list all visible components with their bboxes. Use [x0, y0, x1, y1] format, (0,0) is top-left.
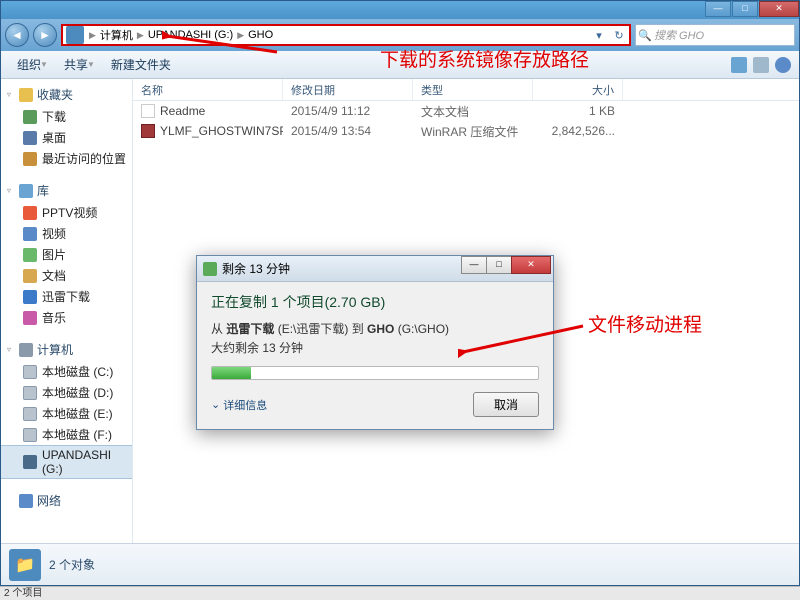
music-icon [23, 311, 37, 325]
cancel-button[interactable]: 取消 [473, 392, 539, 417]
back-button[interactable]: ◄ [5, 23, 29, 47]
nav-bar: ◄ ► ▶ 计算机 ▶ UPANDASHI (G:) ▶ GHO ▾ ↻ 🔍 搜… [1, 19, 799, 51]
share-menu[interactable]: 共享▼ [56, 53, 103, 76]
sidebar-item-downloads[interactable]: 下载 [1, 106, 132, 127]
dialog-remaining: 大约剩余 13 分钟 [211, 339, 539, 356]
document-icon [23, 269, 37, 283]
organize-menu[interactable]: 组织▼ [9, 53, 56, 76]
sidebar-item-drive-f[interactable]: 本地磁盘 (F:) [1, 424, 132, 445]
folder-icon [66, 26, 84, 44]
sidebar-item-drive-e[interactable]: 本地磁盘 (E:) [1, 403, 132, 424]
dialog-title: 剩余 13 分钟 [222, 260, 290, 277]
status-text: 2 个对象 [49, 556, 95, 573]
sidebar-item-drive-g[interactable]: UPANDASHI (G:) [1, 445, 132, 479]
window-titlebar: — □ ✕ [1, 1, 799, 19]
nav-pane: ▿收藏夹 下载 桌面 最近访问的位置 ▿库 PPTV视频 视频 图片 文档 迅雷… [1, 79, 133, 543]
file-row[interactable]: Readme 2015/4/9 11:12 文本文档 1 KB [133, 101, 799, 121]
refresh-icon[interactable]: ↻ [609, 29, 629, 42]
search-placeholder: 搜索 GHO [654, 27, 704, 43]
sidebar-item-desktop[interactable]: 桌面 [1, 127, 132, 148]
hdd-icon [23, 365, 37, 379]
library-icon [19, 184, 33, 198]
sidebar-item-pptv[interactable]: PPTV视频 [1, 202, 132, 223]
chevron-right-icon: ▶ [135, 30, 146, 41]
search-icon: 🔍 [636, 29, 654, 42]
dialog-heading: 正在复制 1 个项目(2.70 GB) [211, 292, 539, 312]
copy-dialog: 剩余 13 分钟 — □ ✕ 正在复制 1 个项目(2.70 GB) 从 迅雷下… [196, 255, 554, 430]
sidebar-item-music[interactable]: 音乐 [1, 307, 132, 328]
preview-icon[interactable] [753, 57, 769, 73]
dialog-source-dest: 从 迅雷下载 (E:\迅雷下载) 到 GHO (G:\GHO) [211, 320, 539, 337]
download-icon [23, 110, 37, 124]
usb-icon [23, 455, 37, 469]
sidebar-item-drive-d[interactable]: 本地磁盘 (D:) [1, 382, 132, 403]
column-type[interactable]: 类型 [413, 79, 533, 100]
network-group[interactable]: 网络 [1, 489, 132, 512]
folder-large-icon: 📁 [9, 549, 41, 581]
favorites-group[interactable]: ▿收藏夹 [1, 83, 132, 106]
progress-bar [211, 366, 539, 380]
sidebar-item-videos[interactable]: 视频 [1, 223, 132, 244]
status-bar: 📁 2 个对象 [1, 543, 799, 585]
view-icon[interactable] [731, 57, 747, 73]
dialog-close[interactable]: ✕ [511, 256, 551, 274]
details-toggle[interactable]: ⌄详细信息 [211, 397, 267, 413]
sidebar-item-pictures[interactable]: 图片 [1, 244, 132, 265]
libraries-group[interactable]: ▿库 [1, 179, 132, 202]
command-bar: 组织▼ 共享▼ 新建文件夹 [1, 51, 799, 79]
dialog-titlebar[interactable]: 剩余 13 分钟 — □ ✕ [197, 256, 553, 282]
column-size[interactable]: 大小 [533, 79, 623, 100]
close-button[interactable]: ✕ [759, 1, 799, 17]
recent-icon [23, 152, 37, 166]
video-icon [23, 227, 37, 241]
computer-group[interactable]: ▿计算机 [1, 338, 132, 361]
hdd-icon [23, 386, 37, 400]
minimize-button[interactable]: — [705, 1, 731, 17]
column-name[interactable]: 名称 [133, 79, 283, 100]
chevron-right-icon: ▶ [87, 30, 98, 41]
picture-icon [23, 248, 37, 262]
address-bar[interactable]: ▶ 计算机 ▶ UPANDASHI (G:) ▶ GHO ▾ ↻ [61, 24, 631, 46]
maximize-button[interactable]: □ [732, 1, 758, 17]
sidebar-item-recent[interactable]: 最近访问的位置 [1, 148, 132, 169]
chevron-down-icon: ⌄ [211, 398, 220, 411]
network-icon [19, 494, 33, 508]
help-icon[interactable] [775, 57, 791, 73]
file-row[interactable]: YLMF_GHOSTWIN7SP1_X86_YN2014 2015/4/9 13… [133, 121, 799, 141]
computer-icon [19, 343, 33, 357]
breadcrumb[interactable]: UPANDASHI (G:) [146, 29, 235, 41]
video-icon [23, 206, 37, 220]
chevron-right-icon: ▶ [235, 30, 246, 41]
sidebar-item-documents[interactable]: 文档 [1, 265, 132, 286]
star-icon [19, 88, 33, 102]
hdd-icon [23, 428, 37, 442]
desktop-icon [23, 131, 37, 145]
new-folder-button[interactable]: 新建文件夹 [103, 53, 179, 76]
column-date[interactable]: 修改日期 [283, 79, 413, 100]
search-input[interactable]: 🔍 搜索 GHO [635, 24, 795, 46]
dropdown-icon[interactable]: ▾ [589, 29, 609, 42]
text-file-icon [141, 104, 155, 118]
hdd-icon [23, 407, 37, 421]
copy-icon [203, 262, 217, 276]
dialog-minimize[interactable]: — [461, 256, 487, 274]
breadcrumb[interactable]: GHO [246, 29, 275, 41]
forward-button[interactable]: ► [33, 23, 57, 47]
breadcrumb[interactable]: 计算机 [98, 27, 135, 43]
sidebar-item-drive-c[interactable]: 本地磁盘 (C:) [1, 361, 132, 382]
thunder-icon [23, 290, 37, 304]
column-headers: 名称 修改日期 类型 大小 [133, 79, 799, 101]
rar-file-icon [141, 124, 155, 138]
dialog-maximize[interactable]: □ [486, 256, 512, 274]
taskbar-strip: 2 个项目 [0, 586, 800, 600]
sidebar-item-thunder[interactable]: 迅雷下载 [1, 286, 132, 307]
